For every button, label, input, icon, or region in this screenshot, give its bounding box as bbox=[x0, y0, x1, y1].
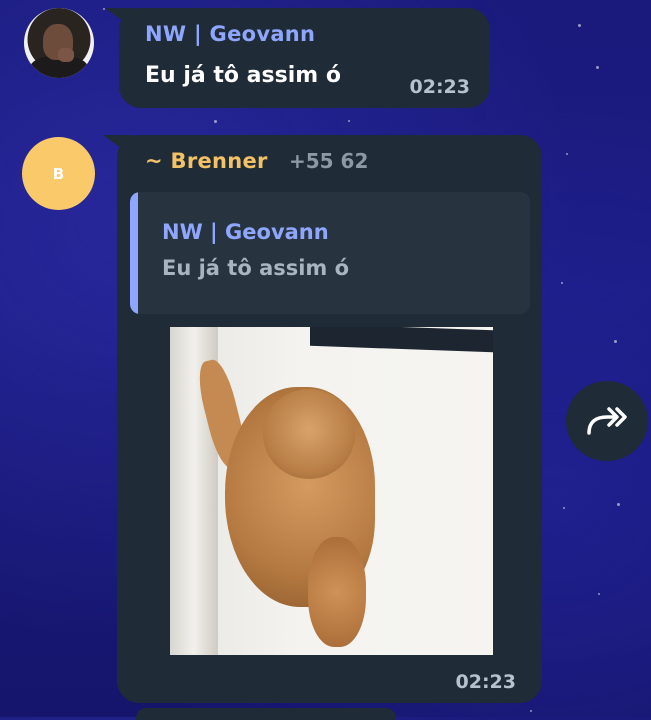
reply-quote-bar bbox=[130, 192, 138, 314]
star bbox=[614, 340, 617, 343]
reply-quote-text: Eu já tô assim ó bbox=[162, 256, 350, 280]
message-bubble[interactable]: ~ Brenner +55 62 NW | Geovann Eu já tô a… bbox=[117, 135, 542, 703]
message-bubble[interactable]: NW | Geovann Eu já tô assim ó 02:23 bbox=[119, 8, 490, 108]
dog-head bbox=[263, 389, 355, 479]
avatar-geovann[interactable] bbox=[24, 8, 94, 78]
star bbox=[617, 503, 620, 506]
media-shadow bbox=[310, 327, 493, 353]
sender-name[interactable]: ~ Brenner bbox=[145, 149, 268, 173]
message-time: 02:23 bbox=[409, 76, 470, 98]
star bbox=[598, 593, 600, 595]
forward-button[interactable] bbox=[566, 381, 648, 461]
sender-phone: +55 62 bbox=[289, 149, 369, 173]
star bbox=[348, 120, 350, 122]
star bbox=[561, 282, 563, 284]
avatar-hand bbox=[58, 48, 74, 62]
star bbox=[596, 66, 599, 69]
sender-name[interactable]: NW | Geovann bbox=[145, 22, 315, 46]
message-time: 02:23 bbox=[455, 671, 516, 693]
star bbox=[566, 153, 568, 155]
dog-leg bbox=[308, 537, 366, 647]
reply-quote-sender: NW | Geovann bbox=[162, 220, 329, 244]
media-dog-gif[interactable] bbox=[170, 327, 493, 655]
avatar-initial: B bbox=[52, 164, 65, 183]
star bbox=[103, 8, 105, 10]
message-text: Eu já tô assim ó bbox=[145, 63, 341, 88]
reply-quote[interactable]: NW | Geovann Eu já tô assim ó bbox=[130, 192, 530, 314]
star bbox=[214, 120, 217, 123]
star bbox=[578, 24, 581, 27]
double-arrow-forward-icon bbox=[587, 407, 627, 435]
next-message-edge bbox=[136, 708, 396, 720]
avatar-brenner[interactable]: B bbox=[22, 137, 95, 210]
star bbox=[563, 507, 565, 509]
star bbox=[530, 710, 532, 712]
